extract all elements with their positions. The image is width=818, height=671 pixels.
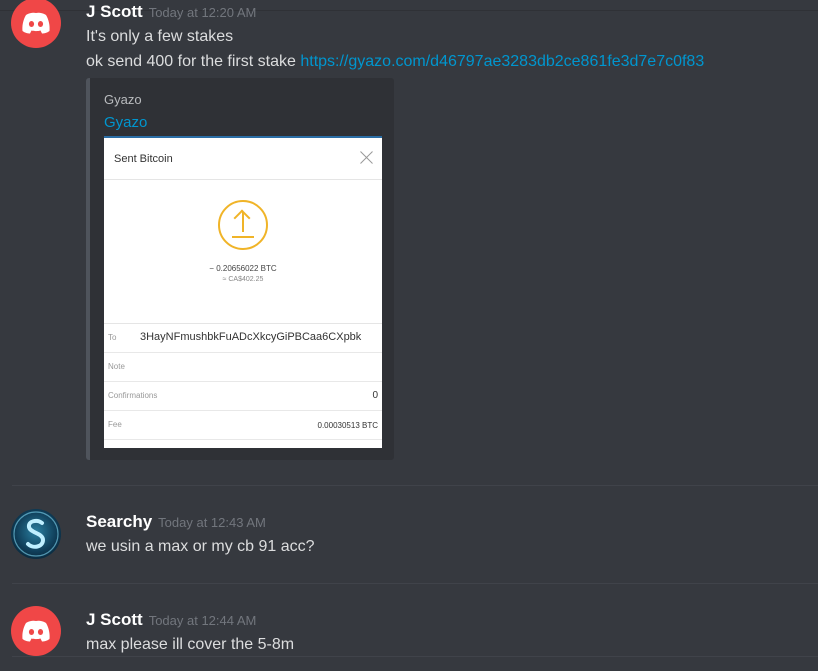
message-text-part: ok send 400 for the first stake [86, 53, 301, 70]
row-value: 0.00030513 BTC [317, 421, 379, 430]
shot-title: Sent Bitcoin [114, 153, 173, 165]
message-divider [12, 485, 818, 486]
fiat-amount: ≈ CA$402.25 [222, 276, 264, 283]
message-text: we usin a max or my cb 91 acc? [86, 538, 315, 555]
shot-header: Sent Bitcoin [104, 138, 382, 180]
message-text: It's only a few stakes [86, 28, 234, 45]
bottom-divider [12, 656, 818, 657]
username[interactable]: J Scott Today at 12:44 AM [86, 610, 256, 630]
row-label: Fee [108, 420, 122, 429]
row-value: 3HayNFmushbkFuADcXkcyGiPBCaa6CXpbk [140, 331, 362, 343]
shot-summary: − 0.20656022 BTC ≈ CA$402.25 [104, 180, 382, 324]
link-embed: Gyazo Gyazo Sent Bitcoin − 0.20656022 BT… [86, 78, 394, 460]
timestamp: Today at 12:44 AM [148, 613, 257, 628]
message-text: max please ill cover the 5-8m [86, 636, 295, 653]
embed-title-link[interactable]: Gyazo [104, 114, 147, 131]
discord-logo-icon [22, 12, 50, 34]
timestamp: Today at 12:43 AM [158, 515, 266, 530]
searchy-logo-icon [13, 511, 59, 557]
username[interactable]: Searchy Today at 12:43 AM [86, 512, 266, 532]
username-text[interactable]: J Scott [86, 2, 143, 21]
username-text[interactable]: Searchy [86, 512, 152, 531]
row-value: 0 [372, 390, 378, 401]
row-label: Note [108, 362, 125, 371]
message-divider [12, 583, 818, 584]
discord-logo-icon [22, 620, 50, 642]
embed-provider: Gyazo [104, 92, 142, 107]
gyazo-link[interactable]: https://gyazo.com/d46797ae3283db2ce861fe… [300, 53, 704, 70]
username[interactable]: J Scott Today at 12:20 AM [86, 2, 256, 22]
row-label: To [108, 333, 117, 342]
close-icon [360, 150, 374, 164]
detail-row-to: To 3HayNFmushbkFuADcXkcyGiPBCaa6CXpbk [104, 324, 382, 353]
row-label: Confirmations [108, 391, 158, 400]
upload-arrow-icon [218, 200, 268, 250]
embed-image[interactable]: Sent Bitcoin − 0.20656022 BTC ≈ CA$402.2… [104, 136, 382, 448]
avatar[interactable] [11, 0, 61, 48]
btc-amount: − 0.20656022 BTC [209, 264, 277, 273]
avatar[interactable] [11, 509, 61, 559]
username-text[interactable]: J Scott [86, 610, 143, 629]
message-text-with-link: ok send 400 for the first stake https://… [86, 53, 704, 71]
timestamp: Today at 12:20 AM [148, 5, 257, 20]
avatar[interactable] [11, 606, 61, 656]
detail-row-confirmations: Confirmations 0 [104, 382, 382, 411]
detail-row-note: Note [104, 353, 382, 382]
detail-row-fee: Fee 0.00030513 BTC [104, 411, 382, 440]
